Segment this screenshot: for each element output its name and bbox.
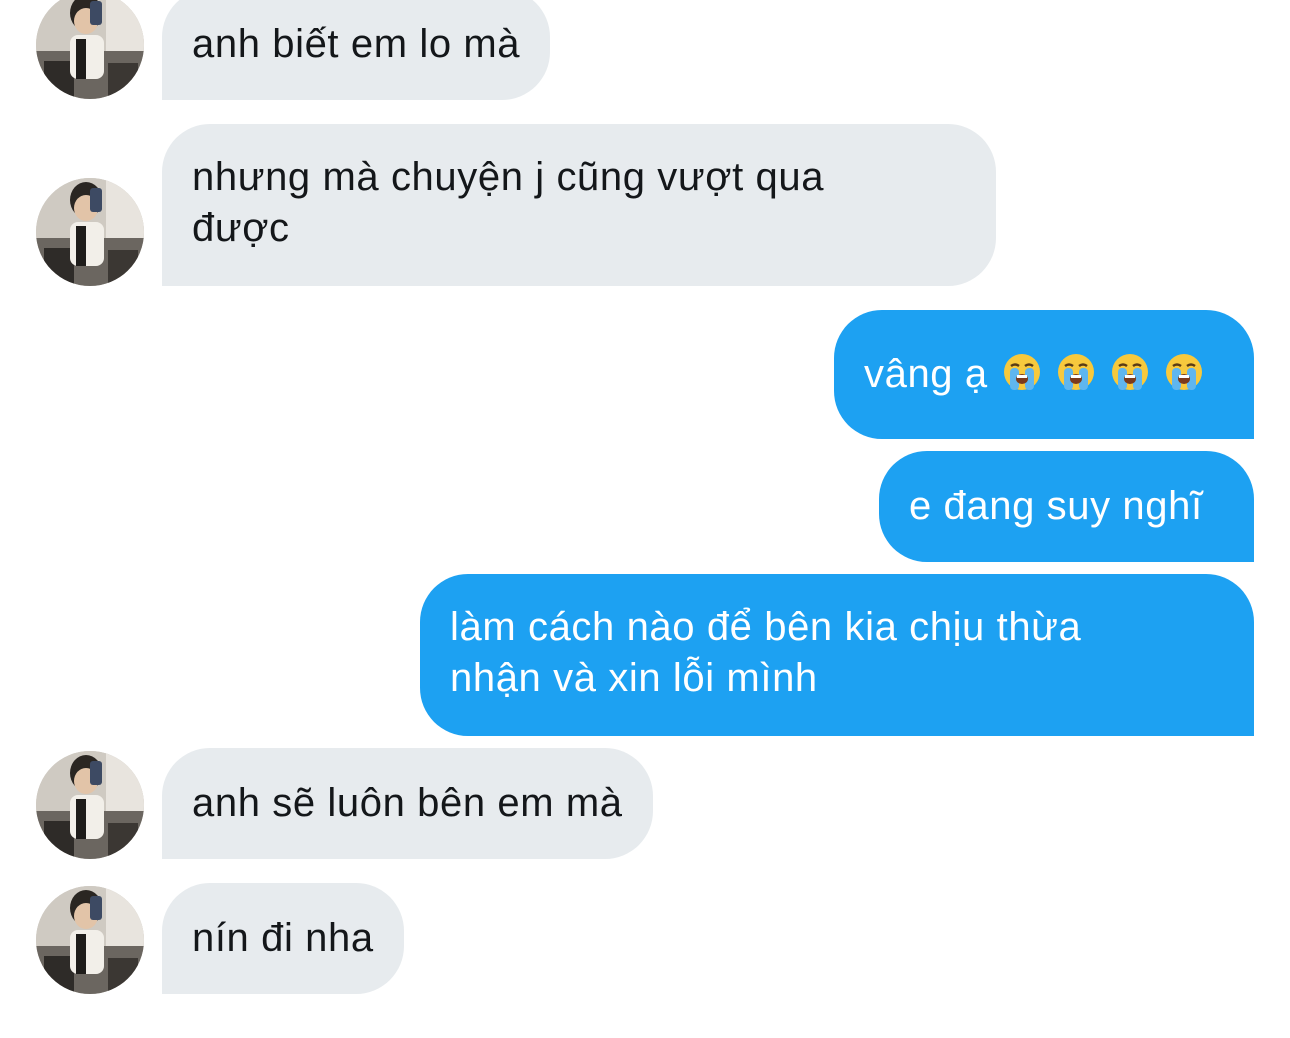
message-text: e đang suy nghĩ: [909, 484, 1203, 528]
avatar[interactable]: [36, 751, 144, 859]
loudly-crying-face-icon: [1002, 352, 1042, 392]
loudly-crying-face-icon: [1056, 352, 1096, 392]
message-bubble-outgoing[interactable]: e đang suy nghĩ: [879, 451, 1254, 562]
avatar[interactable]: [36, 0, 144, 99]
message-text: anh biết em lo mà: [192, 22, 521, 66]
avatar-photo-icon: [36, 886, 144, 994]
message-text: anh sẽ luôn bên em mà: [192, 781, 623, 825]
message-bubble-outgoing[interactable]: làm cách nào để bên kia chịu thừa nhận v…: [420, 574, 1254, 736]
message-bubble-incoming[interactable]: nín đi nha: [162, 883, 404, 994]
message-bubble-incoming[interactable]: nhưng mà chuyện j cũng vượt qua được: [162, 124, 996, 286]
message-bubble-incoming[interactable]: anh biết em lo mà: [162, 0, 551, 100]
avatar-photo-icon: [36, 751, 144, 859]
message-bubble-incoming[interactable]: anh sẽ luôn bên em mà: [162, 748, 653, 859]
avatar-photo-icon: [36, 178, 144, 286]
message-bubble-outgoing[interactable]: vâng ạ: [834, 310, 1254, 439]
message-text-line: nhưng mà chuyện j cũng vượt qua: [192, 155, 825, 199]
avatar[interactable]: [36, 178, 144, 286]
loudly-crying-face-icon: [1164, 352, 1204, 392]
avatar-photo-icon: [36, 0, 144, 99]
loudly-crying-face-icon: [1110, 352, 1150, 392]
message-text: vâng ạ: [864, 352, 988, 396]
message-text: nín đi nha: [192, 916, 374, 960]
message-text-line: làm cách nào để bên kia chịu thừa: [450, 605, 1082, 649]
message-text-line: nhận và xin lỗi mình: [450, 656, 818, 700]
message-text-line: được: [192, 206, 290, 250]
avatar[interactable]: [36, 886, 144, 994]
